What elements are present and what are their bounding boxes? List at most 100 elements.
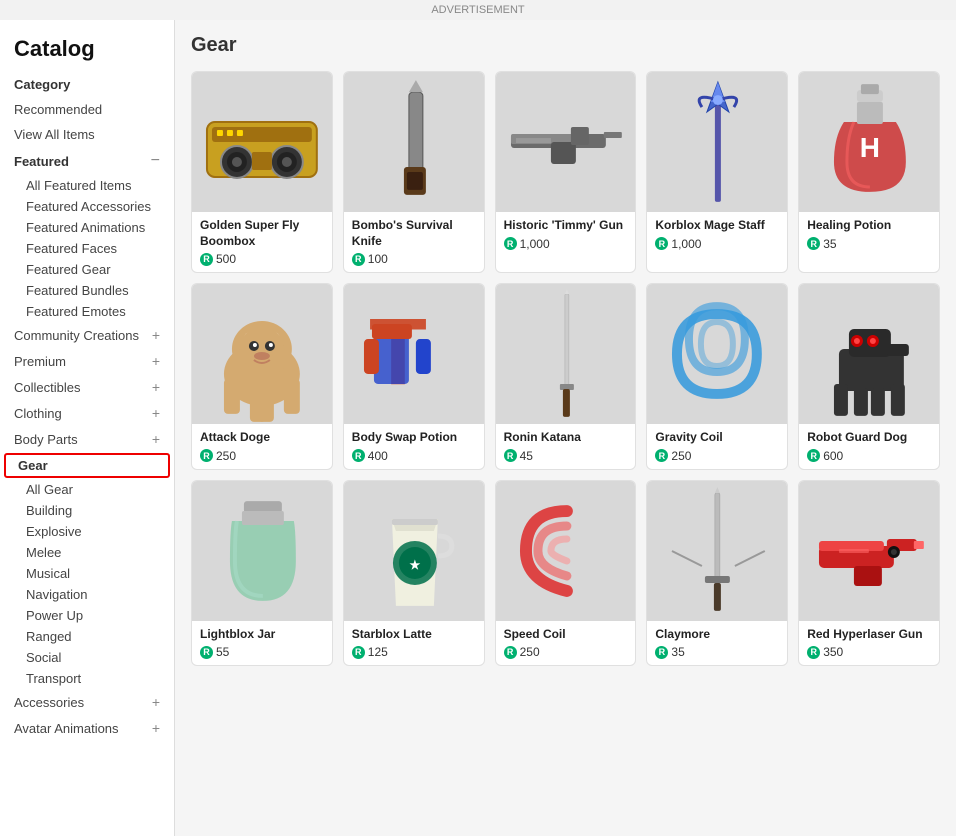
sidebar-item-transport[interactable]: Transport <box>0 668 174 689</box>
category-label: Category <box>14 77 70 92</box>
boombox-svg <box>192 72 332 212</box>
sidebar-item-view-all[interactable]: View All Items <box>0 122 174 147</box>
item-card-korblox-staff[interactable]: Korblox Mage Staff R 1,000 <box>646 71 788 273</box>
item-price-body-swap: R 400 <box>352 449 476 463</box>
accessories-label: Accessories <box>14 695 84 710</box>
item-image-timmy-gun <box>496 72 636 212</box>
item-price-red-hyperlaser: R 350 <box>807 645 931 659</box>
price-value: 400 <box>368 449 388 463</box>
sidebar-item-featured-emotes[interactable]: Featured Emotes <box>0 301 174 322</box>
item-price-korblox-staff: R 1,000 <box>655 237 779 251</box>
page-wrapper: ADVERTISEMENT Catalog Category Recommend… <box>0 0 956 836</box>
sidebar-featured-header[interactable]: Featured − <box>0 147 174 175</box>
item-card-lightblox-jar[interactable]: Lightblox Jar R 55 <box>191 480 333 667</box>
price-value: 1,000 <box>520 237 550 251</box>
staff-svg <box>647 72 787 212</box>
items-grid: Golden Super Fly Boombox R 500 <box>191 71 940 666</box>
item-card-claymore[interactable]: Claymore R 35 <box>646 480 788 667</box>
item-info-starblox-latte: Starblox Latte R 125 <box>344 621 484 666</box>
item-card-timmy-gun[interactable]: Historic 'Timmy' Gun R 1,000 <box>495 71 637 273</box>
item-card-red-hyperlaser[interactable]: Red Hyperlaser Gun R 350 <box>798 480 940 667</box>
item-name-body-swap: Body Swap Potion <box>352 430 476 446</box>
item-card-robot-dog[interactable]: Robot Guard Dog R 600 <box>798 283 940 470</box>
item-price-bombo-knife: R 100 <box>352 252 476 266</box>
potion-svg: H <box>799 72 939 212</box>
price-value: 1,000 <box>671 237 701 251</box>
item-name-healing-potion: Healing Potion <box>807 218 931 234</box>
premium-label: Premium <box>14 354 66 369</box>
item-price-starblox-latte: R 125 <box>352 645 476 659</box>
sidebar-item-premium[interactable]: Premium + <box>0 348 174 374</box>
item-image-red-hyperlaser <box>799 481 939 621</box>
sidebar-item-avatar-animations[interactable]: Avatar Animations + <box>0 715 174 741</box>
sidebar-item-featured-gear[interactable]: Featured Gear <box>0 259 174 280</box>
price-value: 45 <box>520 449 533 463</box>
item-info-body-swap: Body Swap Potion R 400 <box>344 424 484 469</box>
sidebar-item-ranged[interactable]: Ranged <box>0 626 174 647</box>
item-card-body-swap[interactable]: T Body Swap Potion R 400 <box>343 283 485 470</box>
item-info-timmy-gun: Historic 'Timmy' Gun R 1,000 <box>496 212 636 257</box>
avatar-animations-label: Avatar Animations <box>14 721 119 736</box>
item-image-gravity-coil <box>647 284 787 424</box>
sidebar-item-featured-accessories[interactable]: Featured Accessories <box>0 196 174 217</box>
sidebar-item-community-creations[interactable]: Community Creations + <box>0 322 174 348</box>
sidebar-item-gear[interactable]: Gear <box>4 453 170 478</box>
item-card-bombo-knife[interactable]: Bombo's Survival Knife R 100 <box>343 71 485 273</box>
sidebar-item-explosive[interactable]: Explosive <box>0 521 174 542</box>
item-name-korblox-staff: Korblox Mage Staff <box>655 218 779 234</box>
sidebar-item-social[interactable]: Social <box>0 647 174 668</box>
item-card-attack-doge[interactable]: Attack Doge R 250 <box>191 283 333 470</box>
avatar-animations-toggle-icon: + <box>152 720 160 736</box>
claymore-svg <box>647 481 787 621</box>
item-info-ronin-katana: Ronin Katana R 45 <box>496 424 636 469</box>
rifle-svg <box>496 72 636 212</box>
item-card-ronin-katana[interactable]: Ronin Katana R 45 <box>495 283 637 470</box>
price-value: 55 <box>216 645 229 659</box>
sidebar-item-melee[interactable]: Melee <box>0 542 174 563</box>
katana-svg <box>496 284 636 424</box>
premium-toggle-icon: + <box>152 353 160 369</box>
clothing-label: Clothing <box>14 406 62 421</box>
item-price-lightblox-jar: R 55 <box>200 645 324 659</box>
sidebar-item-clothing[interactable]: Clothing + <box>0 400 174 426</box>
sidebar-item-navigation[interactable]: Navigation <box>0 584 174 605</box>
robux-icon: R <box>200 646 213 659</box>
robux-icon: R <box>655 449 668 462</box>
robux-icon: R <box>504 449 517 462</box>
item-name-attack-doge: Attack Doge <box>200 430 324 446</box>
item-price-ronin-katana: R 45 <box>504 449 628 463</box>
sidebar-item-body-parts[interactable]: Body Parts + <box>0 426 174 452</box>
sidebar-item-featured-bundles[interactable]: Featured Bundles <box>0 280 174 301</box>
price-value: 125 <box>368 645 388 659</box>
sidebar-item-collectibles[interactable]: Collectibles + <box>0 374 174 400</box>
item-name-claymore: Claymore <box>655 627 779 643</box>
item-image-speed-coil <box>496 481 636 621</box>
sidebar-item-building[interactable]: Building <box>0 500 174 521</box>
sidebar-item-featured-faces[interactable]: Featured Faces <box>0 238 174 259</box>
robot-dog-svg <box>799 284 939 424</box>
item-image-claymore <box>647 481 787 621</box>
robux-icon: R <box>504 237 517 250</box>
featured-label: Featured <box>14 154 69 169</box>
item-card-golden-boombox[interactable]: Golden Super Fly Boombox R 500 <box>191 71 333 273</box>
item-info-lightblox-jar: Lightblox Jar R 55 <box>192 621 332 666</box>
item-card-gravity-coil[interactable]: Gravity Coil R 250 <box>646 283 788 470</box>
body-parts-label: Body Parts <box>14 432 78 447</box>
robux-icon: R <box>655 237 668 250</box>
item-card-speed-coil[interactable]: Speed Coil R 250 <box>495 480 637 667</box>
robux-icon: R <box>352 646 365 659</box>
body-parts-toggle-icon: + <box>152 431 160 447</box>
sidebar-item-all-featured[interactable]: All Featured Items <box>0 175 174 196</box>
sidebar-item-accessories[interactable]: Accessories + <box>0 689 174 715</box>
sidebar-item-featured-animations[interactable]: Featured Animations <box>0 217 174 238</box>
item-card-healing-potion[interactable]: H Healing Potion R 35 <box>798 71 940 273</box>
advertisement-label: ADVERTISEMENT <box>0 0 956 20</box>
sidebar-item-power-up[interactable]: Power Up <box>0 605 174 626</box>
jar-svg <box>192 481 332 621</box>
sidebar-item-recommended[interactable]: Recommended <box>0 97 174 122</box>
item-card-starblox-latte[interactable]: ★ Starblox Latte R 125 <box>343 480 485 667</box>
sidebar-item-all-gear[interactable]: All Gear <box>0 479 174 500</box>
section-title: Gear <box>191 34 940 57</box>
sidebar-item-musical[interactable]: Musical <box>0 563 174 584</box>
accessories-toggle-icon: + <box>152 694 160 710</box>
